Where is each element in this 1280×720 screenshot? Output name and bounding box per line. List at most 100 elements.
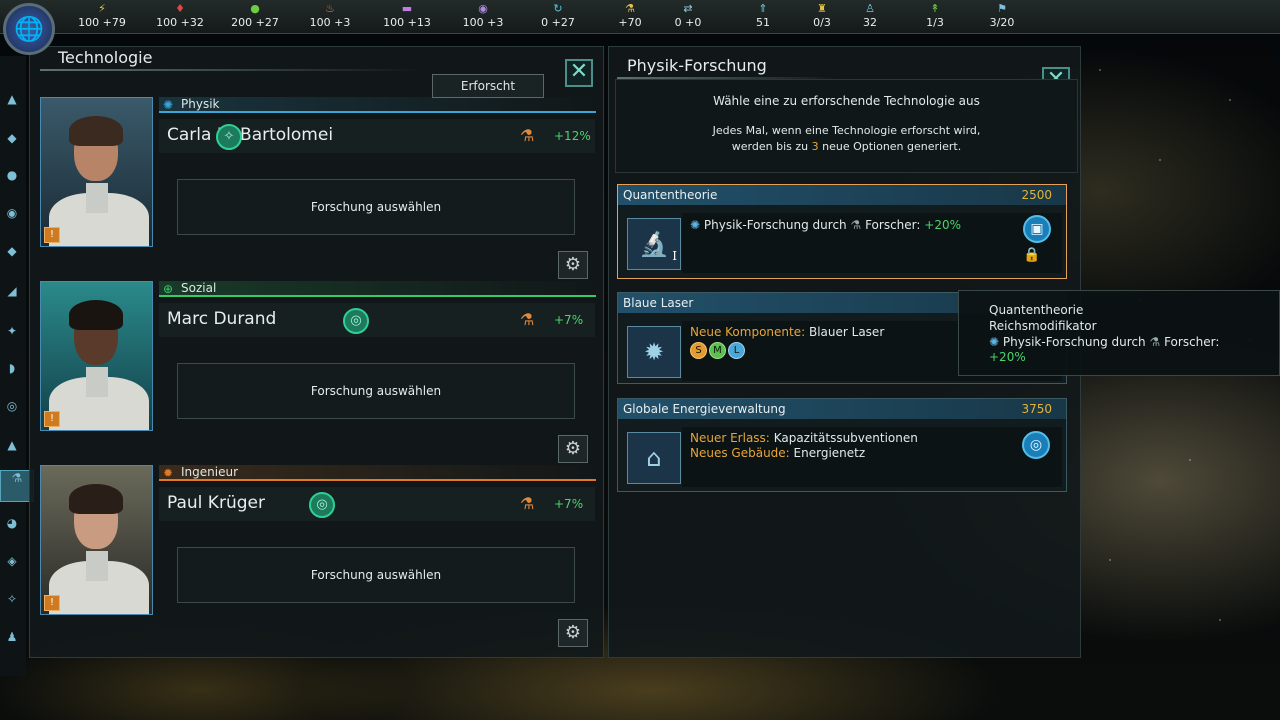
category-label: Ingenieur <box>181 465 239 479</box>
lock-icon: 🔒 <box>1023 247 1041 263</box>
gear-icon[interactable]: ⚙ <box>558 435 588 463</box>
scientist-name-box: Paul Krüger ◎ ⚗ +7% <box>159 487 595 521</box>
size-l-badge: L <box>728 342 745 359</box>
tooltip-title: Quantentheorie <box>989 303 1084 317</box>
tooltip-value: +20% <box>989 350 1026 364</box>
category-label: Physik <box>181 97 220 111</box>
sidebar-contacts-icon[interactable]: ◆ <box>3 131 21 147</box>
category-header: ✹ Ingenieur <box>159 465 596 481</box>
sidebar-factions-icon[interactable]: ◕ <box>3 516 21 532</box>
resource-value: 100 +3 <box>309 16 351 29</box>
sidebar-leaders-icon[interactable]: ♟ <box>3 630 21 646</box>
title-divider <box>40 69 420 71</box>
resource-energy[interactable]: ⚡ 100 +79 <box>67 2 137 29</box>
tech-name: Blaue Laser <box>623 296 694 310</box>
close-icon[interactable]: ✕ <box>565 59 593 87</box>
sidebar-traditions-icon[interactable]: ✦ <box>3 324 21 340</box>
consumer-goods-icon: ♨ <box>325 2 335 15</box>
sidebar-situation-icon[interactable]: ● <box>3 168 21 184</box>
resource-trade[interactable]: ⇄ 0 +0 <box>653 2 723 29</box>
sidebar-galaxy-icon[interactable]: ◈ <box>3 554 21 570</box>
resource-value: 0 +0 <box>674 16 702 29</box>
resource-bar: ⚡ 100 +79 ♦ 100 +32 ● 200 +27 ♨ 100 +3 ▬ 100 +13 ◉… <box>0 0 1280 34</box>
sidebar-species-icon[interactable]: ◆ <box>3 244 21 260</box>
scientist-slot: ! ✹ Ingenieur Paul Krüger ◎ ⚗ +7% Forsch… <box>40 465 600 647</box>
resource-consumer-goods[interactable]: ♨ 100 +3 <box>295 2 365 29</box>
sidebar-fleet-icon[interactable]: ◢ <box>3 284 21 300</box>
tech-name: Quantentheorie <box>623 188 718 202</box>
sidebar-policies-icon[interactable]: ◗ <box>3 361 21 377</box>
influence-icon: ◉ <box>478 2 488 15</box>
resource-value: 32 <box>863 16 877 29</box>
envoy-icon: ↟ <box>930 2 940 15</box>
tooltip-line: ✺ Physik-Forschung durch ⚗ Forscher: <box>989 335 1220 349</box>
resource-envoy[interactable]: ↟ 1/3 <box>900 2 970 29</box>
researcher-icon: ⚗ <box>1149 335 1161 349</box>
brain-icon[interactable]: ◎ <box>309 492 335 518</box>
tech-effects: Neuer Erlass: Kapazitätssubventionen Neu… <box>682 427 1062 487</box>
researcher-icon: ⚗ <box>850 218 862 232</box>
gear-icon[interactable]: ⚙ <box>558 619 588 647</box>
info-box: Wähle eine zu erforschende Technologie a… <box>615 79 1078 173</box>
sidebar-edicts-icon[interactable]: ◎ <box>3 399 21 415</box>
scientist-name-box: Marc Durand ◎ ⚗ +7% <box>159 303 595 337</box>
food-icon: ● <box>250 2 260 15</box>
choose-research-button[interactable]: Forschung auswählen <box>177 179 575 235</box>
tooltip: Quantentheorie Reichsmodifikator ✺ Physi… <box>958 290 1280 376</box>
scientist-portrait[interactable]: ! <box>40 281 153 431</box>
resource-unity[interactable]: ↻ 0 +27 <box>523 2 593 29</box>
resource-value: 100 +79 <box>78 16 126 29</box>
resource-influence[interactable]: ◉ 100 +3 <box>448 2 518 29</box>
choose-research-button[interactable]: Forschung auswählen <box>177 363 575 419</box>
category-header: ⊕ Sozial <box>159 281 596 297</box>
choose-research-button[interactable]: Forschung auswählen <box>177 547 575 603</box>
scientist-slot: ! ⊕ Sozial Marc Durand ◎ ⚗ +7% Forschung… <box>40 281 600 463</box>
resource-alloys[interactable]: ▬ 100 +13 <box>372 2 442 29</box>
energy-icon: ⚡ <box>98 2 106 15</box>
panel-title: Physik-Forschung <box>627 56 767 75</box>
unity-icon: ↻ <box>553 2 563 15</box>
flask-icon: ⚗ <box>520 310 535 329</box>
category-icon: ⊕ <box>163 282 174 296</box>
sidebar-market-icon[interactable]: ✧ <box>3 592 21 608</box>
tech-cost: 2500 <box>1021 188 1052 202</box>
resource-value: +70 <box>618 16 642 29</box>
tech-card-quantum-theory[interactable]: Quantentheorie 2500 🔬 I ✺ Physik-Forschung… <box>617 184 1067 279</box>
scientist-name[interactable]: Paul Krüger <box>167 493 265 513</box>
resource-population[interactable]: ♙ 32 <box>835 2 905 29</box>
sidebar-government-icon[interactable]: ▲ <box>3 92 21 108</box>
gear-icon[interactable]: ⚙ <box>558 251 588 279</box>
research-bonus: +7% <box>554 313 584 327</box>
scientist-name[interactable]: Carla Di Bartolomei <box>167 125 333 145</box>
category-header: ✺ Physik <box>159 97 596 113</box>
scientist-name[interactable]: Marc Durand <box>167 309 276 329</box>
resource-value: 200 +27 <box>231 16 279 29</box>
warning-icon: ! <box>44 411 60 427</box>
tech-card-global-energy[interactable]: Globale Energieverwaltung 3750 ⌂ Neuer Er… <box>617 398 1067 492</box>
resource-value: 100 +3 <box>462 16 504 29</box>
sidebar-planets-icon[interactable]: ◉ <box>3 206 21 222</box>
prompt-text: Wähle eine zu erforschende Technologie a… <box>713 94 980 108</box>
flask-icon: ⚗ <box>520 494 535 513</box>
computer-icon: ▣ <box>1023 215 1051 243</box>
resource-systems[interactable]: ⚑ 3/20 <box>967 2 1037 29</box>
resource-value: 51 <box>756 16 770 29</box>
scientist-portrait[interactable]: ! <box>40 465 153 615</box>
researched-button[interactable]: Erforscht <box>432 74 544 98</box>
warning-icon: ! <box>44 595 60 611</box>
empire-emblem-icon[interactable]: 🌐 <box>3 3 55 55</box>
category-icon: ✺ <box>163 98 174 112</box>
resource-minerals[interactable]: ♦ 100 +32 <box>145 2 215 29</box>
minerals-icon: ♦ <box>175 2 185 15</box>
resource-food[interactable]: ● 200 +27 <box>220 2 290 29</box>
scientist-portrait[interactable]: ! <box>40 97 153 247</box>
resource-value: 0 +27 <box>541 16 575 29</box>
lightbulb-icon[interactable]: ✧ <box>216 124 242 150</box>
category-label: Sozial <box>181 281 217 295</box>
trade-icon: ⇄ <box>683 2 693 15</box>
population-icon: ♙ <box>865 2 875 15</box>
sidebar-ships-icon[interactable]: ▲ <box>3 438 21 454</box>
resource-value: 100 +32 <box>156 16 204 29</box>
brain-icon[interactable]: ◎ <box>343 308 369 334</box>
research-bonus: +12% <box>554 129 591 143</box>
